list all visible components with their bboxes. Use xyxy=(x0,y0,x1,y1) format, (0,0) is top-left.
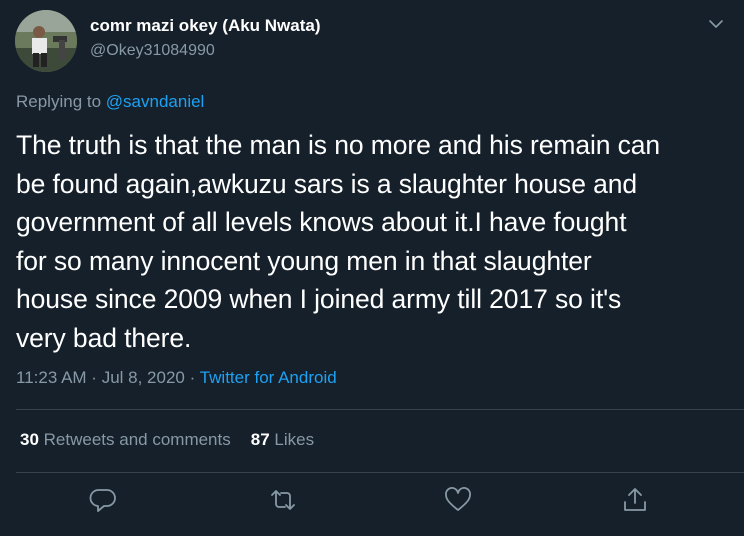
retweets-count: 30 xyxy=(20,430,39,449)
author-display-name[interactable]: comr mazi okey (Aku Nwata) xyxy=(90,16,321,36)
meta-separator: · xyxy=(184,368,200,387)
tweet-text-line: The truth is that the man is no more and… xyxy=(16,130,661,160)
tweet-text-line: be found again,awkuzu sars is a slaughte… xyxy=(16,168,638,199)
share-icon[interactable] xyxy=(620,485,650,515)
tweet-text-line: government of all levels knows about it.… xyxy=(16,207,627,237)
tweet-actions xyxy=(0,485,744,525)
likes-stat[interactable]: 87 Likes xyxy=(251,430,314,449)
tweet-meta: 11:23 AM · Jul 8, 2020 · Twitter for And… xyxy=(16,368,337,388)
avatar[interactable] xyxy=(15,10,77,72)
author-handle[interactable]: @Okey31084990 xyxy=(90,42,215,60)
divider xyxy=(16,472,744,473)
reply-icon[interactable] xyxy=(88,485,118,515)
chevron-down-icon[interactable] xyxy=(706,14,726,34)
likes-label: Likes xyxy=(274,430,315,449)
replying-to-link[interactable]: @savndaniel xyxy=(106,92,205,111)
tweet-stats: 30 Retweets and comments 87 Likes xyxy=(20,430,314,450)
tweet-text: The truth is that the man is no more and… xyxy=(16,126,731,357)
divider xyxy=(16,409,744,410)
replying-prefix: Replying to xyxy=(16,92,102,111)
like-icon[interactable] xyxy=(443,485,473,515)
tweet-source[interactable]: Twitter for Android xyxy=(200,368,337,387)
retweets-label: Retweets and comments xyxy=(43,430,231,449)
retweets-stat[interactable]: 30 Retweets and comments xyxy=(20,430,231,449)
retweet-icon[interactable] xyxy=(268,485,298,515)
likes-count: 87 xyxy=(250,430,270,449)
tweet-card: comr mazi okey (Aku Nwata) @Okey31084990… xyxy=(0,0,744,536)
tweet-text-line: very bad there. xyxy=(16,322,192,353)
replying-to: Replying to @savndaniel xyxy=(16,92,204,112)
tweet-date[interactable]: Jul 8, 2020 xyxy=(102,368,185,387)
tweet-text-line: house since 2009 when I joined army till… xyxy=(16,284,622,314)
meta-separator: · xyxy=(86,368,102,387)
avatar-photo xyxy=(15,10,77,72)
tweet-text-line: for so many innocent young men in that s… xyxy=(16,245,592,276)
tweet-time[interactable]: 11:23 AM xyxy=(16,368,87,387)
